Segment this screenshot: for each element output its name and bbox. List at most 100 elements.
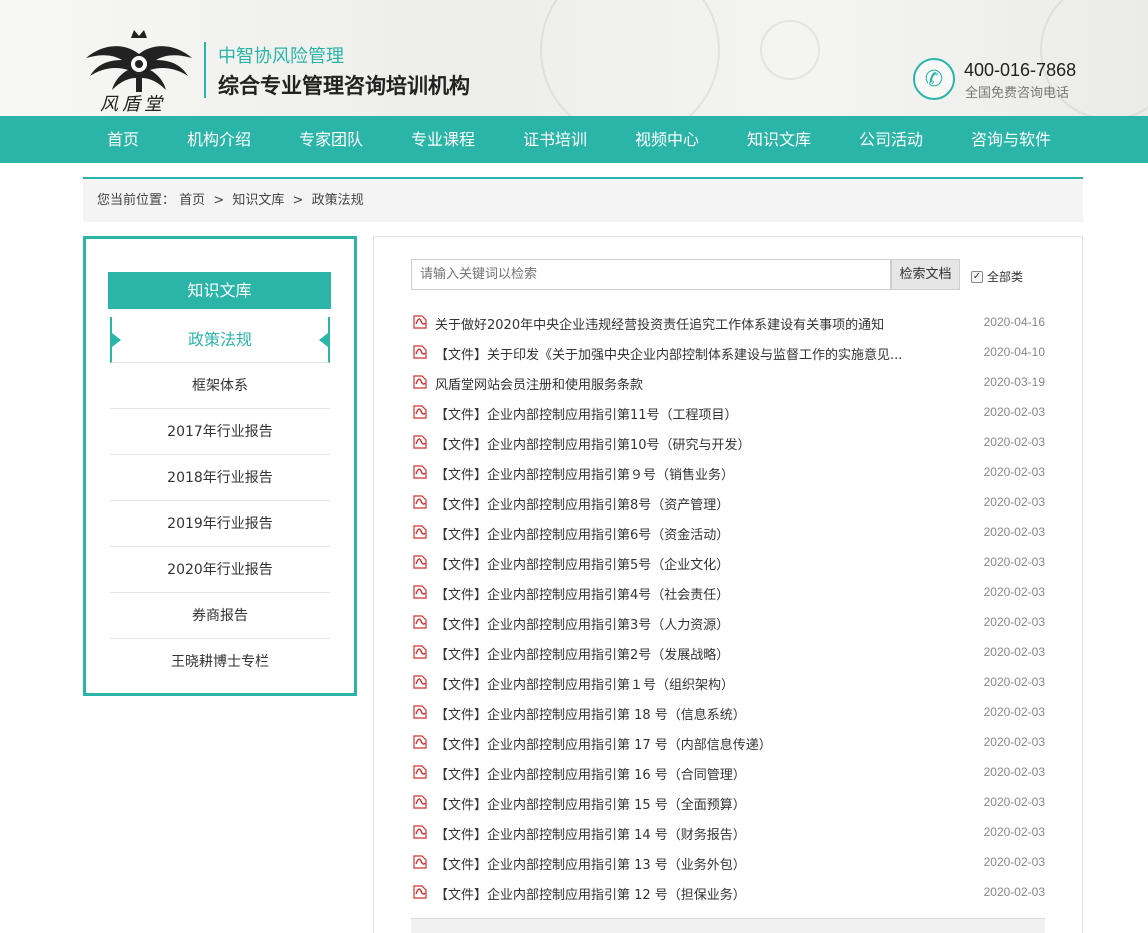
document-title[interactable]: 关于做好2020年中央企业违规经营投资责任追究工作体系建设有关事项的通知 (435, 314, 884, 333)
document-date: 2020-02-03 (983, 645, 1045, 659)
document-row[interactable]: 【文件】企业内部控制应用指引第 14 号（财务报告） 2020-02-03 (411, 818, 1045, 848)
pdf-icon (413, 855, 427, 869)
search-button[interactable]: 检索文档 (891, 259, 960, 290)
sidebar-item-active[interactable]: 政策法规 (110, 317, 330, 363)
document-date: 2020-04-16 (983, 315, 1045, 329)
document-row[interactable]: 【文件】企业内部控制应用指引第5号（企业文化） 2020-02-03 (411, 548, 1045, 578)
document-date: 2020-02-03 (983, 555, 1045, 569)
document-row[interactable]: 【文件】企业内部控制应用指引第 12 号（担保业务） 2020-02-03 (411, 878, 1045, 908)
pdf-icon (413, 555, 427, 569)
document-row[interactable]: 【文件】企业内部控制应用指引第 18 号（信息系统） 2020-02-03 (411, 698, 1045, 728)
document-title[interactable]: 【文件】企业内部控制应用指引第6号（资金活动） (435, 524, 729, 543)
document-date: 2020-02-03 (983, 495, 1045, 509)
document-title[interactable]: 【文件】关于印发《关于加强中央企业内部控制体系建设与监督工作的实施意见... (435, 344, 902, 363)
document-title[interactable]: 【文件】企业内部控制应用指引第4号（社会责任） (435, 584, 729, 603)
nav-item-courses[interactable]: 专业课程 (387, 116, 499, 163)
nav-item-activities[interactable]: 公司活动 (835, 116, 947, 163)
nav-item-consulting[interactable]: 咨询与软件 (947, 116, 1075, 163)
nav-item-knowledge[interactable]: 知识文库 (723, 116, 835, 163)
document-row[interactable]: 【文件】企业内部控制应用指引第3号（人力资源） 2020-02-03 (411, 608, 1045, 638)
document-row[interactable]: 【文件】企业内部控制应用指引第 15 号（全面预算） 2020-02-03 (411, 788, 1045, 818)
document-title[interactable]: 【文件】企业内部控制应用指引第10号（研究与开发） (435, 434, 751, 453)
nav-item-about[interactable]: 机构介绍 (163, 116, 275, 163)
sidebar-item-broker-report[interactable]: 券商报告 (110, 593, 330, 639)
nav-item-videos[interactable]: 视频中心 (611, 116, 723, 163)
phone-icon: ✆ (913, 58, 955, 100)
document-date: 2020-02-03 (983, 435, 1045, 449)
document-row[interactable]: 【文件】企业内部控制应用指引第１号（组织架构） 2020-02-03 (411, 668, 1045, 698)
pdf-icon (413, 375, 427, 389)
pdf-icon (413, 825, 427, 839)
document-date: 2020-02-03 (983, 465, 1045, 479)
breadcrumb-separator: > (292, 193, 304, 208)
phone-description: 全国免费咨询电话 (965, 86, 1070, 101)
document-date: 2020-02-03 (983, 825, 1045, 839)
pdf-icon (413, 585, 427, 599)
document-date: 2020-02-03 (983, 705, 1045, 719)
checkbox-label: 全部类 (987, 270, 1024, 284)
nav-item-certificates[interactable]: 证书培训 (499, 116, 611, 163)
sidebar-item-label: 政策法规 (187, 330, 252, 349)
document-title[interactable]: 【文件】企业内部控制应用指引第９号（销售业务） (435, 464, 734, 483)
decorative-background (540, 0, 720, 116)
pdf-icon (413, 705, 427, 719)
document-title[interactable]: 【文件】企业内部控制应用指引第11号（工程项目） (435, 404, 738, 423)
document-title[interactable]: 【文件】企业内部控制应用指引第 12 号（担保业务） (435, 884, 746, 903)
document-row[interactable]: 【文件】企业内部控制应用指引第6号（资金活动） 2020-02-03 (411, 518, 1045, 548)
sidebar-item-2018-report[interactable]: 2018年行业报告 (110, 455, 330, 501)
document-row[interactable]: 风盾堂网站会员注册和使用服务条款 2020-03-19 (411, 368, 1045, 398)
breadcrumb-separator: > (213, 193, 225, 208)
document-row[interactable]: 【文件】企业内部控制应用指引第8号（资产管理） 2020-02-03 (411, 488, 1045, 518)
sidebar-item-2020-report[interactable]: 2020年行业报告 (110, 547, 330, 593)
checkbox-checked-icon[interactable]: ✓ (971, 270, 983, 283)
breadcrumb-knowledge[interactable]: 知识文库 (232, 193, 284, 208)
document-date: 2020-02-03 (983, 735, 1045, 749)
document-date: 2020-02-03 (983, 855, 1045, 869)
document-row[interactable]: 【文件】企业内部控制应用指引第10号（研究与开发） 2020-02-03 (411, 428, 1045, 458)
document-row[interactable]: 【文件】企业内部控制应用指引第 13 号（业务外包） 2020-02-03 (411, 848, 1045, 878)
document-row[interactable]: 【文件】企业内部控制应用指引第 17 号（内部信息传递） 2020-02-03 (411, 728, 1045, 758)
pdf-icon (413, 675, 427, 689)
document-title[interactable]: 【文件】企业内部控制应用指引第 14 号（财务报告） (435, 824, 746, 843)
pdf-icon (413, 645, 427, 659)
document-title[interactable]: 【文件】企业内部控制应用指引第１号（组织架构） (435, 674, 734, 693)
document-row[interactable]: 【文件】企业内部控制应用指引第９号（销售业务） 2020-02-03 (411, 458, 1045, 488)
pagination-bar (411, 918, 1045, 933)
pdf-icon (413, 885, 427, 899)
document-title[interactable]: 【文件】企业内部控制应用指引第 18 号（信息系统） (435, 704, 746, 723)
document-title[interactable]: 【文件】企业内部控制应用指引第 15 号（全面预算） (435, 794, 746, 813)
document-date: 2020-04-10 (983, 345, 1045, 359)
document-row[interactable]: 【文件】企业内部控制应用指引第 16 号（合同管理） 2020-02-03 (411, 758, 1045, 788)
document-date: 2020-03-19 (983, 375, 1045, 389)
sidebar-item-column[interactable]: 王晓耕博士专栏 (110, 639, 330, 685)
breadcrumb-current[interactable]: 政策法规 (312, 193, 364, 208)
document-title[interactable]: 【文件】企业内部控制应用指引第 17 号（内部信息传递） (435, 734, 772, 753)
document-title[interactable]: 【文件】企业内部控制应用指引第 16 号（合同管理） (435, 764, 746, 783)
nav-item-home[interactable]: 首页 (83, 116, 163, 163)
document-title[interactable]: 【文件】企业内部控制应用指引第3号（人力资源） (435, 614, 729, 633)
document-title[interactable]: 【文件】企业内部控制应用指引第5号（企业文化） (435, 554, 729, 573)
main-nav: 首页 机构介绍 专家团队 专业课程 证书培训 视频中心 知识文库 公司活动 咨询… (0, 116, 1148, 163)
all-categories-checkbox[interactable]: ✓ 全部类 (971, 268, 1023, 285)
document-title[interactable]: 【文件】企业内部控制应用指引第2号（发展战略） (435, 644, 729, 663)
document-row[interactable]: 【文件】关于印发《关于加强中央企业内部控制体系建设与监督工作的实施意见... 2… (411, 338, 1045, 368)
breadcrumb: 您当前位置： 首页 > 知识文库 > 政策法规 (83, 177, 1083, 222)
document-row[interactable]: 【文件】企业内部控制应用指引第4号（社会责任） 2020-02-03 (411, 578, 1045, 608)
sidebar-item-2017-report[interactable]: 2017年行业报告 (110, 409, 330, 455)
sidebar-item-framework[interactable]: 框架体系 (110, 363, 330, 409)
pdf-icon (413, 795, 427, 809)
document-row[interactable]: 关于做好2020年中央企业违规经营投资责任追究工作体系建设有关事项的通知 202… (411, 308, 1045, 338)
document-title[interactable]: 【文件】企业内部控制应用指引第8号（资产管理） (435, 494, 729, 513)
nav-item-experts[interactable]: 专家团队 (275, 116, 387, 163)
document-row[interactable]: 【文件】企业内部控制应用指引第11号（工程项目） 2020-02-03 (411, 398, 1045, 428)
document-date: 2020-02-03 (983, 675, 1045, 689)
pdf-icon (413, 315, 427, 329)
breadcrumb-home[interactable]: 首页 (179, 193, 205, 208)
document-row[interactable]: 【文件】企业内部控制应用指引第2号（发展战略） 2020-02-03 (411, 638, 1045, 668)
document-title[interactable]: 风盾堂网站会员注册和使用服务条款 (435, 374, 643, 393)
sidebar-item-2019-report[interactable]: 2019年行业报告 (110, 501, 330, 547)
brand-divider (204, 42, 206, 98)
pdf-icon (413, 495, 427, 509)
document-title[interactable]: 【文件】企业内部控制应用指引第 13 号（业务外包） (435, 854, 746, 873)
search-input[interactable] (411, 259, 891, 290)
